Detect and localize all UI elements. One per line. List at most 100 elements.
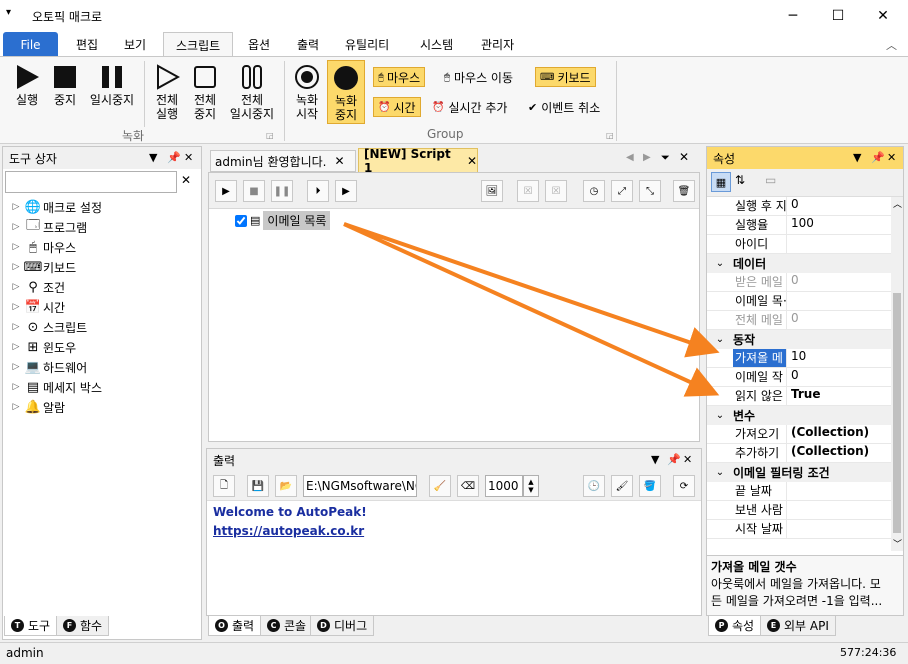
clear-log-button[interactable]: 🧹 (429, 475, 451, 497)
tab-console[interactable]: C 콘솔 (260, 616, 314, 636)
delete-button[interactable]: ☒ (517, 180, 539, 202)
stop-all-button[interactable]: 전체 중지 (188, 63, 222, 121)
tab-debug[interactable]: D 디버그 (310, 616, 375, 636)
expand-icon[interactable]: ▷ (9, 242, 23, 252)
maximize-button[interactable]: ☐ (815, 0, 861, 32)
log-link[interactable]: https://autopeak.co.kr (213, 522, 695, 541)
property-row[interactable]: 읽지 않은 True (707, 387, 891, 406)
record-start-button[interactable]: 녹화 시작 (290, 63, 324, 121)
step-button[interactable]: ⏵ (307, 180, 329, 202)
expand-icon[interactable]: ▷ (9, 282, 23, 292)
doc-tab-script1[interactable]: [NEW] Script 1 ✕ (358, 147, 478, 175)
tab-output-log[interactable]: O 출력 (208, 616, 262, 636)
category-data[interactable]: ⌄ 데이터 (707, 254, 891, 273)
dropdown-icon[interactable]: ▼ (149, 151, 157, 164)
group-expand-icon[interactable]: ◲ (266, 131, 274, 140)
tab-script[interactable]: 스크립트 (163, 32, 234, 57)
run-to-button[interactable]: ▶ (335, 180, 357, 202)
fill-button[interactable]: 🪣 (639, 475, 661, 497)
save-log-button[interactable]: 💾 (247, 475, 269, 497)
close-icon[interactable]: ✕ (467, 154, 477, 168)
property-row[interactable]: 실행 후 지0 (707, 197, 891, 216)
pause-all-button[interactable]: 전체 일시중지 (226, 63, 278, 121)
property-row[interactable]: 이메일 목· (707, 292, 891, 311)
tree-item-program[interactable]: ▷ 🗔 프로그램 (9, 217, 201, 237)
collapse-button[interactable]: ⤡ (639, 180, 661, 202)
close-icon[interactable]: ✕ (887, 151, 896, 164)
property-row[interactable]: 보낸 사람 (707, 501, 891, 520)
category-variables[interactable]: ⌄ 변수 (707, 406, 891, 425)
expand-icon[interactable]: ▷ (9, 302, 23, 312)
property-row[interactable]: 가져오기 (Collection) (707, 425, 891, 444)
scrollbar-thumb[interactable] (893, 293, 901, 533)
keyboard-record-toggle[interactable]: ⌨ 키보드 (535, 67, 596, 87)
node-label[interactable]: 이메일 목록 (263, 211, 331, 230)
collapse-icon[interactable]: ⌄ (707, 334, 733, 345)
property-row[interactable]: 이메일 작0 (707, 368, 891, 387)
tab-view[interactable]: 보기 (112, 32, 158, 57)
tree-item-keyboard[interactable]: ▷ ⌨ 키보드 (9, 257, 201, 277)
expand-icon[interactable]: ▷ (9, 342, 23, 352)
run-all-button[interactable]: 전체 실행 (150, 63, 184, 121)
pause-button[interactable]: 일시중지 (86, 63, 138, 107)
script-node[interactable]: ▤ 이메일 목록 (235, 211, 331, 230)
image-button[interactable]: 🖼 (481, 180, 503, 202)
mouse-move-toggle[interactable]: 🖱 마우스 이동 (444, 69, 513, 86)
property-pages-button[interactable]: ▭ (765, 173, 776, 187)
close-icon[interactable]: ✕ (683, 453, 692, 466)
record-stop-button[interactable]: 녹화 중지 (327, 60, 365, 124)
close-icon[interactable]: ✕ (184, 151, 193, 164)
tree-item-mouse[interactable]: ▷ 🖱 마우스 (9, 237, 201, 257)
tree-item-message-box[interactable]: ▷ ▤ 메세지 박스 (9, 377, 201, 397)
run-button[interactable]: 실행 (10, 63, 44, 107)
tab-admin[interactable]: 관리자 (469, 32, 526, 57)
line-count-stepper[interactable]: ▲ ▼ (523, 475, 539, 497)
tab-edit[interactable]: 편집 (64, 32, 110, 57)
log-path-input[interactable] (303, 475, 417, 497)
collapse-icon[interactable]: ⌄ (707, 258, 733, 269)
tree-item-condition[interactable]: ▷ ⚲ 조건 (9, 277, 201, 297)
tab-output[interactable]: 출력 (285, 32, 331, 57)
close-button[interactable]: ✕ (860, 0, 906, 32)
stop-button[interactable]: ■ (243, 180, 265, 202)
refresh-button[interactable]: ⟳ (673, 475, 695, 497)
toolbox-search-input[interactable] (5, 171, 177, 193)
scroll-down-icon[interactable]: ﹀ (893, 537, 902, 550)
expand-button[interactable]: ⤢ (611, 180, 633, 202)
expand-icon[interactable]: ▷ (9, 362, 23, 372)
expand-icon[interactable]: ▷ (9, 402, 23, 412)
scroll-left-icon[interactable]: ◀ (626, 152, 634, 163)
close-icon[interactable]: ✕ (334, 154, 344, 168)
collapse-icon[interactable]: ⌄ (707, 410, 733, 421)
clear-search-icon[interactable]: ✕ (181, 173, 191, 187)
scroll-right-icon[interactable]: ▶ (643, 152, 651, 163)
time-record-toggle[interactable]: ⏰ 시간 (373, 97, 421, 117)
property-row[interactable]: 실행율 100 (707, 216, 891, 235)
property-row-selected[interactable]: 가져올 메 10 (707, 349, 891, 368)
brush-button[interactable]: 🖌 (611, 475, 633, 497)
property-row[interactable]: 시작 날짜 (707, 520, 891, 539)
tab-tools[interactable]: T 도구 (4, 616, 58, 636)
pin-icon[interactable]: 📌 (167, 151, 181, 164)
new-log-button[interactable]: 🗋 (213, 475, 235, 497)
tab-file[interactable]: File (3, 32, 58, 57)
collapse-icon[interactable]: ⌄ (707, 467, 733, 478)
pause-button[interactable]: ❚❚ (271, 180, 293, 202)
tab-external-api[interactable]: E 외부 API (760, 616, 836, 636)
dropdown-icon[interactable]: ▼ (853, 151, 861, 164)
property-row[interactable]: 추가하기 (Collection) (707, 444, 891, 463)
doc-tab-welcome[interactable]: admin님 환영합니다. ✕ (210, 150, 356, 172)
timer-button[interactable]: ◷ (583, 180, 605, 202)
tab-system[interactable]: 시스템 (408, 32, 465, 57)
expand-icon[interactable]: ▷ (9, 202, 23, 212)
tree-item-hardware[interactable]: ▷ 💻 하드웨어 (9, 357, 201, 377)
tree-item-time[interactable]: ▷ 📅 시간 (9, 297, 201, 317)
mouse-record-toggle[interactable]: 🖰 마우스 (373, 67, 426, 87)
categorized-button[interactable]: ▦ (711, 172, 731, 192)
property-row[interactable]: 전체 메일 0 (707, 311, 891, 330)
expand-icon[interactable]: ▷ (9, 262, 23, 272)
tab-properties[interactable]: P 속성 (708, 616, 762, 636)
minimize-button[interactable]: ─ (770, 0, 816, 32)
run-button[interactable]: ▶ (215, 180, 237, 202)
collapse-ribbon-icon[interactable]: ︿ (886, 37, 897, 53)
